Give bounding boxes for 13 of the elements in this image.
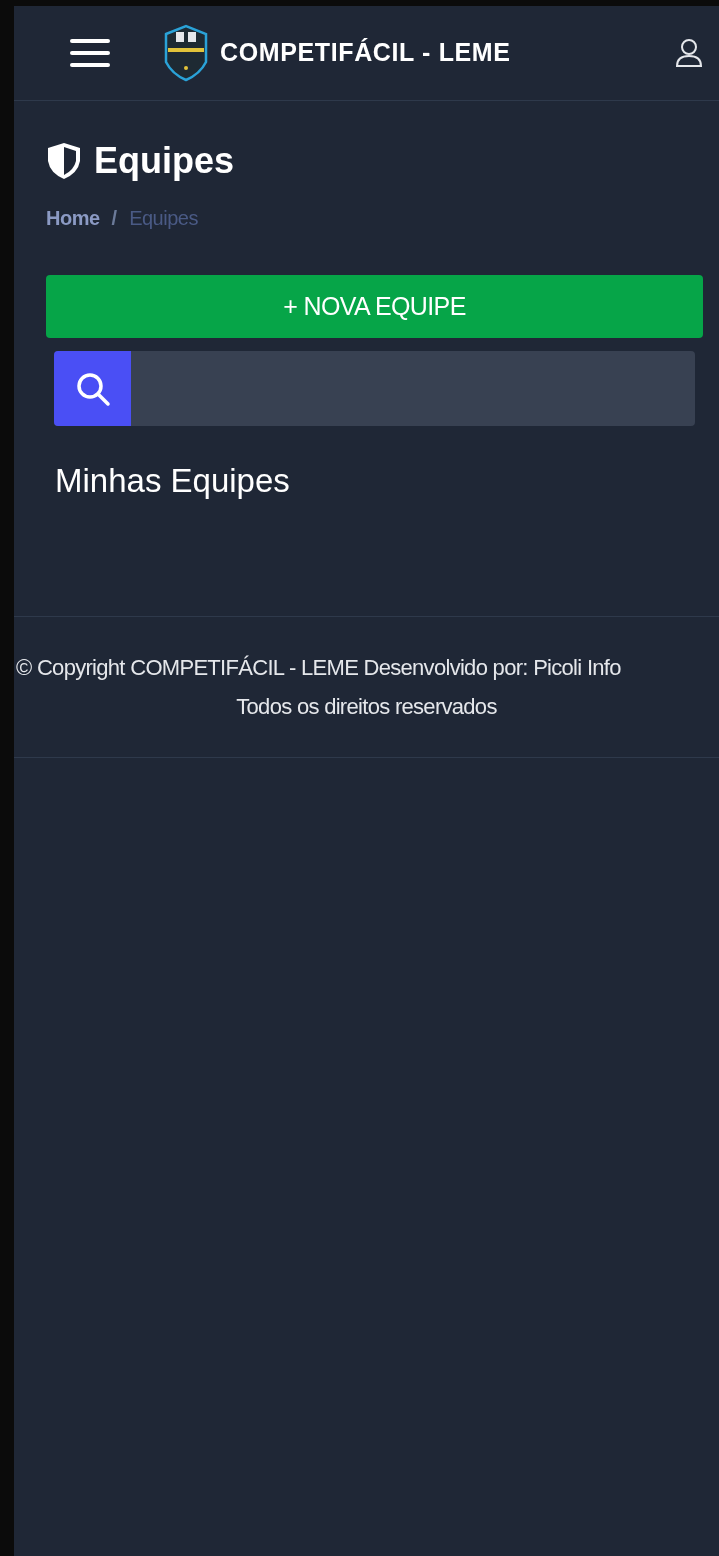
shield-icon bbox=[46, 141, 82, 181]
footer-text: © Copyright COMPETIFÁCIL - LEME Desenvolvido por: Picoli Info bbox=[16, 653, 621, 682]
search-field[interactable] bbox=[54, 351, 695, 426]
user-icon[interactable] bbox=[675, 38, 703, 68]
breadcrumb-link[interactable]: Equipes bbox=[129, 203, 198, 233]
brand-title: COMPETIFÁCIL - LEME bbox=[220, 37, 511, 69]
search-icon[interactable] bbox=[54, 351, 131, 426]
section-title: Minhas Equipes bbox=[55, 461, 291, 501]
new-team-button[interactable]: + NOVA EQUIPE bbox=[46, 275, 703, 338]
page-title: Equipes bbox=[94, 143, 235, 179]
footer-text: Todos os direitos reservados bbox=[236, 692, 497, 721]
breadcrumb-separator: / bbox=[111, 206, 118, 231]
breadcrumb-link[interactable]: Home bbox=[46, 203, 100, 233]
